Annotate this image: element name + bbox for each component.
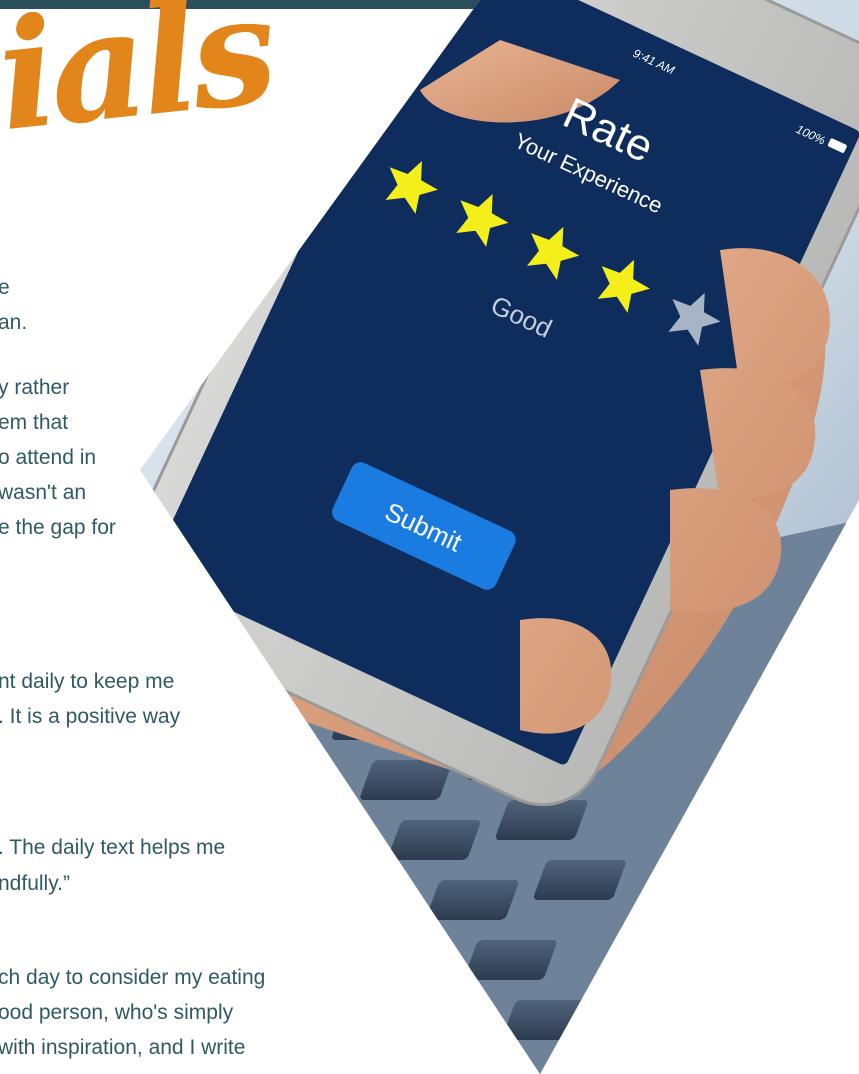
phone-photo: ▂▄▆ ◠ 9:41 AM 100% Rate Your Experience …: [140, 0, 859, 1074]
page-title: ials: [0, 0, 279, 166]
